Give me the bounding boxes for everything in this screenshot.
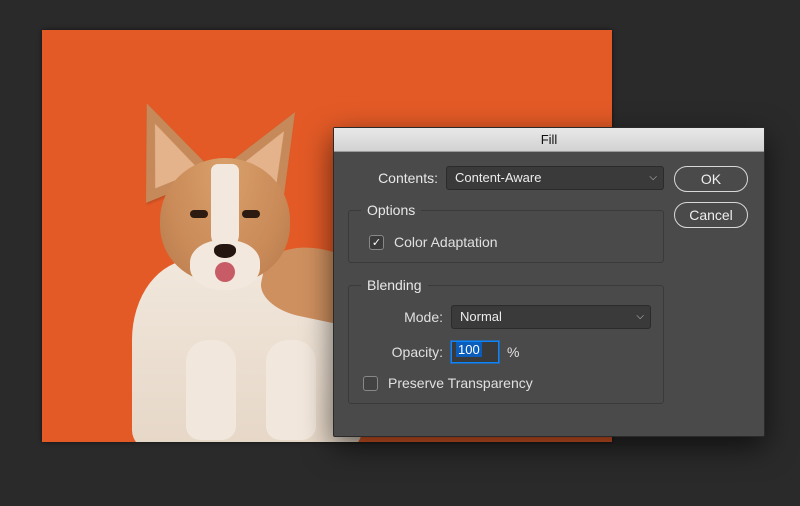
blending-legend: Blending — [361, 277, 428, 293]
options-legend: Options — [361, 202, 421, 218]
opacity-label: Opacity: — [361, 344, 443, 360]
color-adaptation-label: Color Adaptation — [394, 234, 498, 250]
opacity-input[interactable]: 100 — [451, 341, 499, 363]
opacity-value: 100 — [456, 342, 482, 357]
chevron-down-icon: ⌵ — [636, 306, 644, 328]
mode-value: Normal — [460, 309, 502, 324]
mode-select[interactable]: Normal ⌵ — [451, 305, 651, 329]
color-adaptation-checkbox[interactable]: ✓ — [369, 235, 384, 250]
mode-label: Mode: — [361, 309, 443, 325]
dialog-title[interactable]: Fill — [334, 128, 764, 152]
options-group: Options ✓ Color Adaptation — [348, 202, 664, 263]
ok-button[interactable]: OK — [674, 166, 748, 192]
contents-select[interactable]: Content-Aware ⌵ — [446, 166, 664, 190]
blending-group: Blending Mode: Normal ⌵ Opacity: 100 % — [348, 277, 664, 404]
cancel-button[interactable]: Cancel — [674, 202, 748, 228]
check-icon: ✓ — [372, 236, 381, 249]
chevron-down-icon: ⌵ — [649, 167, 657, 189]
fill-dialog: Fill Contents: Content-Aware ⌵ Options ✓… — [333, 127, 765, 437]
contents-label: Contents: — [348, 170, 438, 186]
preserve-transparency-checkbox[interactable] — [363, 376, 378, 391]
contents-value: Content-Aware — [455, 170, 541, 185]
preserve-transparency-label: Preserve Transparency — [388, 375, 533, 391]
opacity-suffix: % — [507, 344, 519, 360]
